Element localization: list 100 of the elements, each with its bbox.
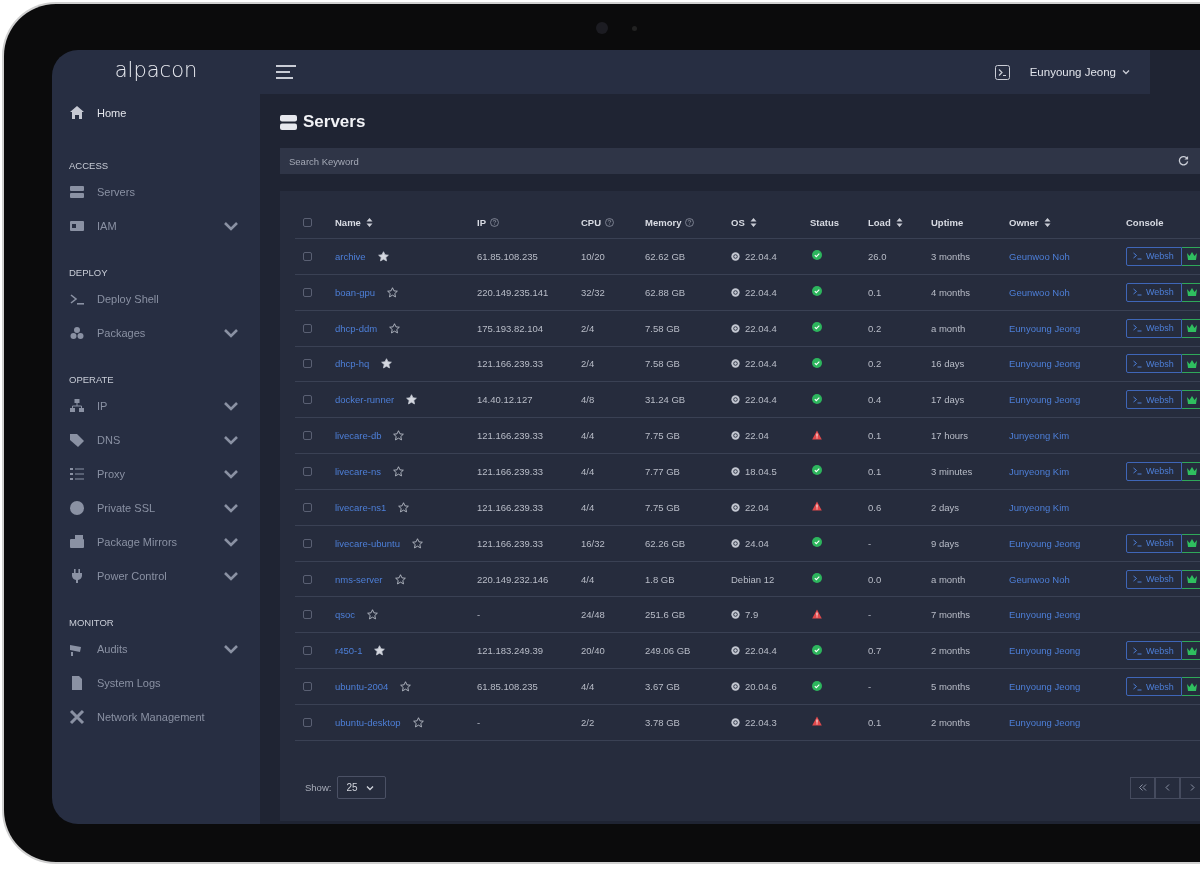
star-icon[interactable] bbox=[411, 537, 423, 549]
nav-item[interactable]: System Logs bbox=[69, 666, 243, 700]
checkbox[interactable] bbox=[303, 251, 312, 261]
nav-item[interactable]: DNS bbox=[69, 423, 243, 457]
crown-button[interactable] bbox=[1182, 390, 1200, 410]
page-size-select[interactable]: 25 bbox=[337, 776, 386, 799]
nav-item[interactable]: Private SSL bbox=[69, 491, 243, 525]
owner-link[interactable]: Eunyoung Jeong bbox=[1009, 322, 1126, 334]
sort-icon[interactable] bbox=[748, 217, 758, 227]
checkbox[interactable] bbox=[303, 431, 312, 441]
nav-item[interactable]: Package Mirrors bbox=[69, 525, 243, 559]
search-field[interactable]: Search Keyword bbox=[280, 148, 1200, 174]
checkbox[interactable] bbox=[303, 682, 312, 692]
server-link[interactable]: nms-server bbox=[335, 573, 383, 585]
server-link[interactable]: livecare-ns1 bbox=[335, 501, 387, 513]
server-link[interactable]: dhcp-hq bbox=[335, 358, 370, 370]
websh-button[interactable]: Websh bbox=[1126, 246, 1182, 266]
crown-button[interactable] bbox=[1182, 246, 1200, 266]
checkbox[interactable] bbox=[303, 610, 312, 620]
star-icon[interactable] bbox=[374, 645, 386, 657]
server-link[interactable]: dhcp-ddm bbox=[335, 322, 378, 334]
owner-link[interactable]: Junyeong Kim bbox=[1009, 501, 1126, 513]
help-icon[interactable] bbox=[685, 217, 695, 227]
checkbox[interactable] bbox=[303, 502, 312, 512]
crown-button[interactable] bbox=[1182, 641, 1200, 661]
star-icon[interactable] bbox=[389, 322, 401, 334]
star-icon[interactable] bbox=[400, 681, 412, 693]
crown-button[interactable] bbox=[1182, 569, 1200, 589]
owner-link[interactable]: Eunyoung Jeong bbox=[1009, 609, 1126, 621]
sort-icon[interactable] bbox=[364, 217, 374, 227]
websh-button[interactable]: Websh bbox=[1126, 318, 1182, 338]
checkbox[interactable] bbox=[303, 538, 312, 548]
checkbox[interactable] bbox=[303, 574, 312, 584]
column-header[interactable]: OS bbox=[731, 216, 745, 228]
checkbox[interactable] bbox=[303, 467, 312, 476]
checkbox[interactable] bbox=[303, 217, 312, 227]
star-icon[interactable] bbox=[393, 430, 405, 442]
checkbox[interactable] bbox=[303, 323, 312, 333]
owner-link[interactable]: Eunyoung Jeong bbox=[1009, 681, 1126, 693]
nav-item[interactable]: Deploy Shell bbox=[69, 282, 243, 316]
sort-icon[interactable] bbox=[1042, 217, 1052, 227]
menu-icon[interactable] bbox=[276, 64, 296, 80]
nav-item[interactable]: Home bbox=[69, 96, 243, 130]
star-icon[interactable] bbox=[412, 716, 424, 728]
star-icon[interactable] bbox=[377, 250, 389, 262]
star-icon[interactable] bbox=[406, 394, 418, 406]
server-link[interactable]: livecare-ubuntu bbox=[335, 537, 400, 549]
server-link[interactable]: livecare-ns bbox=[335, 466, 381, 477]
star-icon[interactable] bbox=[392, 466, 404, 477]
owner-link[interactable]: Junyeong Kim bbox=[1009, 466, 1126, 477]
nav-item[interactable]: Network Management bbox=[69, 700, 243, 734]
checkbox[interactable] bbox=[303, 359, 312, 369]
nav-item[interactable]: Packages bbox=[69, 316, 243, 350]
star-icon[interactable] bbox=[387, 286, 399, 298]
user-menu[interactable]: Eunyoung Jeong bbox=[1029, 66, 1134, 78]
websh-button[interactable]: Websh bbox=[1126, 462, 1182, 481]
checkbox[interactable] bbox=[303, 395, 312, 405]
websh-button[interactable]: Websh bbox=[1126, 533, 1182, 553]
server-link[interactable]: qsoc bbox=[335, 609, 356, 621]
refresh-icon[interactable] bbox=[1178, 155, 1189, 166]
owner-link[interactable]: Geunwoo Noh bbox=[1009, 286, 1126, 298]
websh-button[interactable]: Websh bbox=[1126, 641, 1182, 661]
owner-link[interactable]: Junyeong Kim bbox=[1009, 430, 1126, 442]
star-icon[interactable] bbox=[394, 573, 406, 585]
nav-item[interactable]: Audits bbox=[69, 632, 243, 666]
websh-button[interactable]: Websh bbox=[1126, 569, 1182, 589]
crown-button[interactable] bbox=[1182, 318, 1200, 338]
server-link[interactable]: archive bbox=[335, 250, 366, 262]
crown-button[interactable] bbox=[1182, 354, 1200, 374]
terminal-icon[interactable] bbox=[994, 64, 1010, 80]
nav-item[interactable]: IP bbox=[69, 389, 243, 423]
nav-item[interactable]: Proxy bbox=[69, 457, 243, 491]
server-link[interactable]: r450-1 bbox=[335, 645, 363, 657]
sort-icon[interactable] bbox=[894, 217, 904, 227]
owner-link[interactable]: Eunyoung Jeong bbox=[1009, 394, 1126, 406]
server-link[interactable]: boan-gpu bbox=[335, 286, 376, 298]
help-icon[interactable] bbox=[490, 217, 499, 227]
websh-button[interactable]: Websh bbox=[1126, 282, 1182, 302]
help-icon[interactable] bbox=[605, 217, 615, 227]
nav-item[interactable]: IAM bbox=[69, 209, 243, 243]
owner-link[interactable]: Geunwoo Noh bbox=[1009, 250, 1126, 262]
server-link[interactable]: ubuntu-desktop bbox=[335, 716, 401, 728]
star-icon[interactable] bbox=[367, 609, 379, 621]
owner-link[interactable]: Geunwoo Noh bbox=[1009, 573, 1126, 585]
websh-button[interactable]: Websh bbox=[1126, 390, 1182, 410]
owner-link[interactable]: Eunyoung Jeong bbox=[1009, 716, 1126, 728]
owner-link[interactable]: Eunyoung Jeong bbox=[1009, 537, 1126, 549]
server-link[interactable]: docker-runner bbox=[335, 394, 395, 406]
crown-button[interactable] bbox=[1182, 533, 1200, 553]
star-icon[interactable] bbox=[398, 501, 410, 513]
checkbox[interactable] bbox=[303, 717, 312, 727]
nav-item[interactable]: Power Control bbox=[69, 559, 243, 593]
column-header[interactable]: Owner bbox=[1009, 216, 1039, 228]
checkbox[interactable] bbox=[303, 287, 312, 297]
checkbox[interactable] bbox=[303, 646, 312, 656]
column-header[interactable]: Name bbox=[335, 216, 361, 228]
nav-item[interactable]: Servers bbox=[69, 175, 243, 209]
crown-button[interactable] bbox=[1182, 677, 1200, 697]
server-link[interactable]: livecare-db bbox=[335, 430, 382, 442]
column-header[interactable]: Load bbox=[868, 216, 891, 228]
